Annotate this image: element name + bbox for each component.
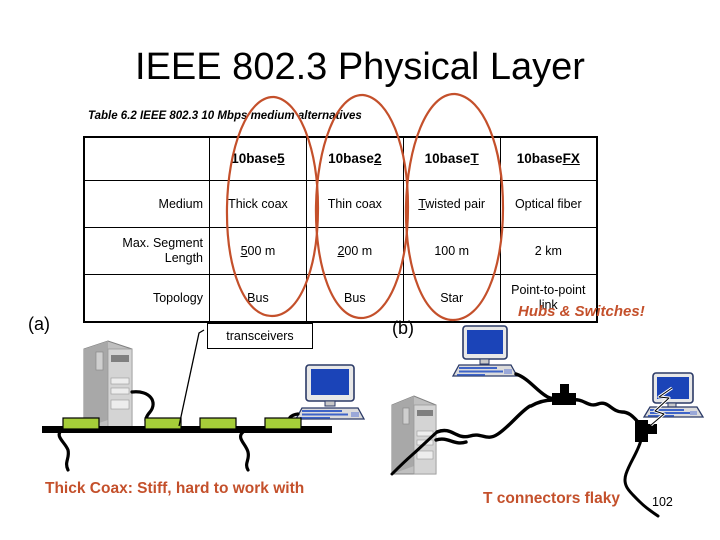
- cell-length-10baseT: 100 m: [402, 227, 501, 275]
- thin-coax-cable: [570, 398, 642, 426]
- cell-rest: Bus: [247, 290, 269, 305]
- annotation-thick-coax-note: Thick Coax: Stiff, hard to work with: [45, 480, 305, 497]
- cell-rest: wisted pair: [425, 196, 486, 211]
- row-label-max-segment-length: Max. Segment Length: [83, 227, 210, 275]
- transceiver-tap: [62, 417, 302, 430]
- t-connector-icon: [635, 420, 657, 442]
- thin-coax-cable: [529, 398, 555, 408]
- flaky-connection-spark: [650, 386, 673, 427]
- cell-topology-10baseT: Star: [402, 274, 501, 323]
- desktop-drop-cable: [278, 412, 300, 432]
- bus-terminator-right: [238, 430, 251, 472]
- header-suffix: 2: [373, 151, 382, 167]
- cell-rest: Optical fiber: [514, 196, 582, 211]
- cell-rest: 00 m: [247, 243, 276, 258]
- table-row: Medium Thick coax Thin coax Twisted pair…: [83, 180, 598, 228]
- slide-canvas: IEEE 802.3 Physical Layer Table 6.2 IEEE…: [0, 0, 720, 540]
- flaky-connection-spark-outline: [650, 387, 673, 426]
- cell-rest: Thick coax: [228, 196, 288, 211]
- thin-coax-cable: [514, 372, 564, 402]
- bus-terminator-left: [57, 428, 71, 472]
- cell-rest: 100 m: [434, 243, 470, 258]
- table-caption: Table 6.2 IEEE 802.3 10 Mbps medium alte…: [88, 110, 362, 122]
- tower-drop-cable: [434, 437, 468, 445]
- t-connector-icon: [552, 384, 576, 405]
- cell-length-10base2: 200 m: [305, 227, 404, 275]
- cell-medium-10base5: Thick coax: [209, 180, 307, 228]
- tower-drop-cable: [130, 390, 159, 429]
- header-suffix: 5: [277, 151, 285, 167]
- table-header-row: 10base5 10base2 10baseT 10baseFX: [83, 136, 598, 181]
- transceivers-callout: transceivers: [207, 323, 313, 349]
- column-header-10base2: 10base2: [305, 136, 404, 181]
- header-prefix: 10base: [231, 151, 278, 167]
- tower-computer-icon: [83, 340, 133, 429]
- open-cable-end: [390, 430, 439, 476]
- cell-rest: 00 m: [344, 243, 373, 258]
- desktop-computer-icon: [451, 325, 519, 377]
- header-suffix: T: [470, 151, 479, 167]
- row-label-medium: Medium: [83, 180, 210, 228]
- thick-coax-bus: [42, 426, 332, 433]
- column-header-10base5: 10base5: [209, 136, 307, 181]
- cell-medium-10baseFX: Optical fiber: [499, 180, 598, 228]
- column-header-10baseFX: 10baseFX: [499, 136, 598, 181]
- tower-computer-icon: [391, 395, 437, 475]
- cell-medium-10baseT: Twisted pair: [402, 180, 501, 228]
- cell-rest: Star: [440, 290, 464, 305]
- transceivers-leader-line: [178, 329, 205, 427]
- column-header-10baseT: 10baseT: [402, 136, 501, 181]
- desktop-computer-icon: [294, 364, 366, 420]
- header-prefix: 10base: [424, 151, 471, 167]
- thin-coax-cable: [435, 404, 532, 439]
- cell-rest: 2 km: [534, 243, 562, 258]
- cell-rest: Bus: [344, 290, 366, 305]
- cell-lead: 5: [240, 243, 248, 258]
- medium-alternatives-table: 10base5 10base2 10baseT 10baseFX Medium …: [83, 136, 598, 323]
- header-prefix: 10base: [328, 151, 374, 167]
- cell-topology-10base2: Bus: [305, 274, 404, 323]
- table-row: Max. Segment Length 500 m 200 m 100 m 2 …: [83, 227, 598, 275]
- desktop-computer-icon: [642, 372, 705, 418]
- header-suffix: FX: [562, 151, 580, 167]
- part-label-a: (a): [28, 314, 50, 334]
- part-label-b: (b): [392, 318, 414, 338]
- cell-medium-10base2: Thin coax: [305, 180, 404, 228]
- cell-rest: Thin coax: [327, 196, 382, 211]
- cell-length-10base5: 500 m: [209, 227, 307, 275]
- annotation-hubs-switches: Hubs & Switches!: [518, 303, 645, 320]
- header-prefix: 10base: [516, 151, 563, 167]
- cell-topology-10base5: Bus: [209, 274, 307, 323]
- row-label-topology: Topology: [83, 274, 210, 323]
- page-number: 102: [652, 495, 673, 509]
- table-corner-cell: [83, 136, 210, 181]
- annotation-t-connectors-note: T connectors flaky: [483, 490, 620, 507]
- cell-length-10baseFX: 2 km: [499, 227, 598, 275]
- page-title: IEEE 802.3 Physical Layer: [135, 46, 585, 88]
